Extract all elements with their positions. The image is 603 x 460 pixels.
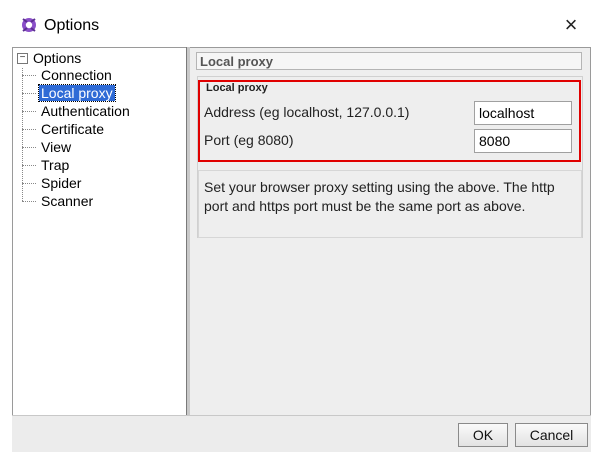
port-input[interactable]: 8080 xyxy=(474,129,572,153)
options-tree[interactable]: − Options Connection Local proxy Authent… xyxy=(12,47,187,417)
button-bar: OK Cancel xyxy=(12,415,591,452)
collapse-icon[interactable]: − xyxy=(17,53,28,64)
port-label: Port (eg 8080) xyxy=(204,132,294,148)
tree-item-view[interactable]: View xyxy=(22,138,73,156)
cancel-button[interactable]: Cancel xyxy=(515,423,588,447)
tree-connector-line xyxy=(22,68,23,201)
ok-button[interactable]: OK xyxy=(458,423,508,447)
tree-item-connection[interactable]: Connection xyxy=(22,66,114,84)
tree-item-authentication[interactable]: Authentication xyxy=(22,102,132,120)
tree-root-label: Options xyxy=(33,50,82,66)
tree-item-certificate[interactable]: Certificate xyxy=(22,120,106,138)
window-title: Options xyxy=(44,17,100,34)
panel-title: Local proxy xyxy=(196,52,582,70)
title-bar: Options × xyxy=(0,0,603,40)
app-icon xyxy=(20,16,38,34)
tree-item-local-proxy[interactable]: Local proxy xyxy=(22,84,116,102)
tree-item-spider[interactable]: Spider xyxy=(22,174,83,192)
address-label: Address (eg localhost, 127.0.0.1) xyxy=(204,104,410,120)
tree-item-scanner[interactable]: Scanner xyxy=(22,192,95,210)
address-input[interactable]: localhost xyxy=(474,101,572,125)
help-text: Set your browser proxy setting using the… xyxy=(204,179,555,214)
tree-item-trap[interactable]: Trap xyxy=(22,156,71,174)
close-icon[interactable]: × xyxy=(560,14,582,36)
